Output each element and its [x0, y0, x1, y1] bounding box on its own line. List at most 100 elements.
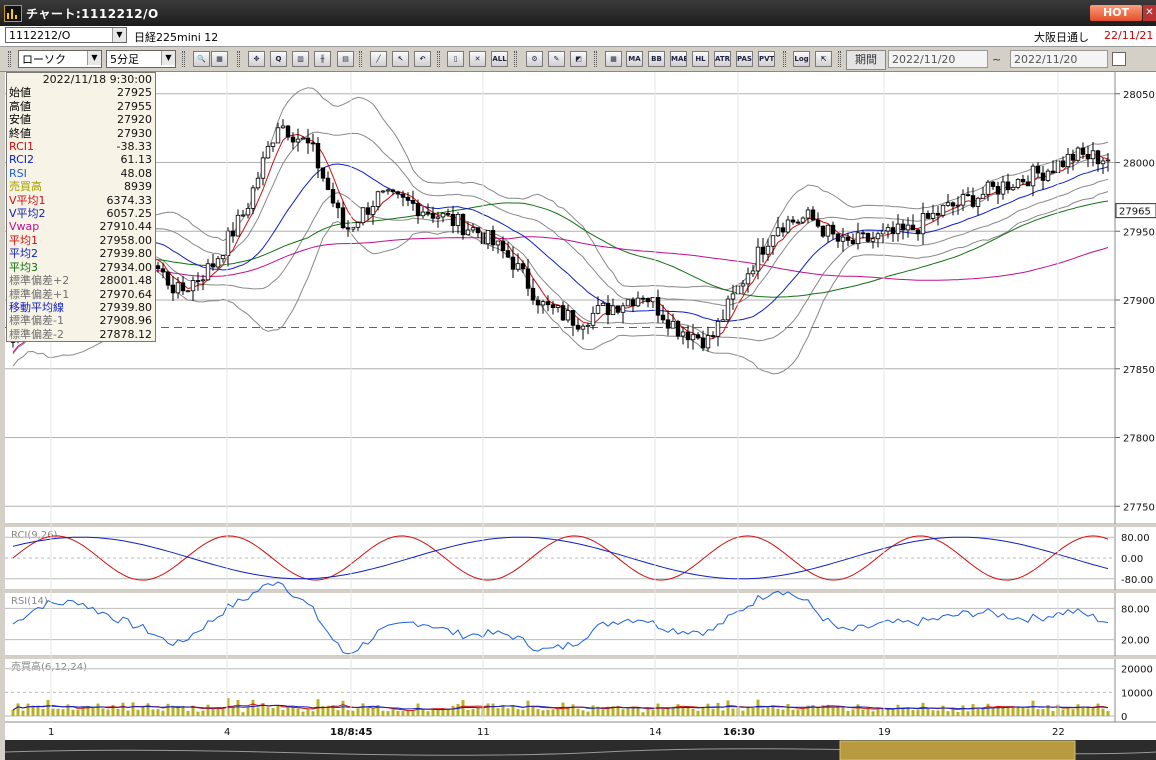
toolbar-grip[interactable] [237, 51, 240, 67]
ma-button[interactable]: MA [626, 51, 643, 67]
candle-body [485, 230, 491, 245]
candle-body [415, 203, 421, 217]
volume-bar [856, 704, 860, 716]
candle-body [170, 284, 176, 294]
volume-bar [871, 711, 875, 716]
info-row: Vwap 27910.44 [7, 220, 155, 233]
toolbar-grip[interactable] [514, 51, 517, 67]
all-button[interactable]: ALL [491, 51, 508, 67]
volume-bar [756, 699, 760, 716]
info-label: RCI2 [9, 153, 35, 167]
find-button[interactable]: Q [270, 51, 287, 67]
split-button[interactable]: ╫ [314, 51, 331, 67]
log-button[interactable]: Log [793, 51, 810, 67]
time-tick-label: 11 [477, 727, 490, 738]
mae-button[interactable]: MAE [670, 51, 687, 67]
toolbar-grip[interactable] [182, 51, 185, 67]
chevron-down-icon[interactable]: ▼ [112, 28, 126, 42]
chart-area[interactable]: 28050 28000 27950 27900 27850 27800 27750 27965… [5, 72, 1156, 760]
volume-bar [1041, 709, 1045, 716]
candle-x-button[interactable]: ✕ [469, 51, 486, 67]
date-to-input[interactable]: 2022/11/20 [1010, 50, 1108, 68]
toolbar-grip[interactable] [437, 51, 440, 67]
interval-select[interactable]: 5分足 ▼ [106, 50, 176, 68]
pointer-button[interactable]: ↖ [392, 51, 409, 67]
zoom-button[interactable]: 🔍 [193, 51, 210, 67]
chevron-down-icon[interactable]: ▼ [87, 51, 101, 65]
candle-body [610, 305, 616, 316]
volume-bar [166, 703, 170, 716]
volume-bar [336, 710, 340, 716]
toolbar-grip[interactable] [594, 51, 597, 67]
volume-bar [381, 710, 385, 716]
candle-body [620, 305, 626, 313]
chart-type-select[interactable]: ローソク ▼ [18, 50, 102, 68]
candle-body [800, 217, 806, 223]
candle-body [385, 189, 391, 192]
toolbar-grip[interactable] [783, 51, 786, 67]
color-button[interactable]: ◩ [570, 51, 587, 67]
volume-bar [356, 708, 360, 716]
volume-bar [771, 706, 775, 716]
candle-one-button[interactable]: ▯ [447, 51, 464, 67]
settings-button[interactable]: ⚙ [526, 51, 543, 67]
toolbar-grip[interactable] [838, 51, 841, 67]
hist-button[interactable]: ▥ [292, 51, 309, 67]
volume-bar [521, 709, 525, 716]
info-value: 61.13 [120, 153, 153, 167]
info-row: 標準偏差+1 27970.64 [7, 288, 155, 301]
indicator-button[interactable]: ▦ [605, 51, 622, 67]
pvt-button[interactable]: PVT [758, 51, 775, 67]
hot-button[interactable]: HOT [1090, 5, 1142, 21]
scrollbar-thumb[interactable] [839, 740, 1076, 760]
volume-bar [291, 706, 295, 716]
volume-bar [206, 704, 210, 716]
candle-body [540, 301, 546, 306]
candle-body [775, 227, 781, 237]
volume-bar [551, 709, 555, 716]
atr-button[interactable]: ATR [714, 51, 731, 67]
volume-bar [941, 705, 945, 716]
volume-bar [541, 710, 545, 716]
candle-body [1050, 170, 1056, 173]
volume-bar [21, 710, 25, 716]
period-button[interactable]: 期間 [846, 50, 886, 70]
chevron-down-icon[interactable]: ▼ [161, 51, 175, 65]
price-chart[interactable]: 28050 28000 27950 27900 27850 27800 27750 27965… [5, 72, 1156, 760]
time-axis-bg [5, 722, 1156, 738]
volume-bar [1071, 709, 1075, 716]
date-from-input[interactable]: 2022/11/20 [888, 50, 988, 68]
volume-bar [936, 710, 940, 716]
tools-button[interactable]: ✎ [548, 51, 565, 67]
toolbar-grip[interactable] [359, 51, 362, 67]
candle-body [180, 282, 186, 292]
volume-bar [51, 708, 55, 716]
bb-button[interactable]: BB [648, 51, 665, 67]
realtime-checkbox[interactable] [1112, 52, 1126, 66]
symbol-select[interactable]: 1112212/O ▼ [5, 27, 127, 43]
cursor-button[interactable]: ✥ [248, 51, 265, 67]
candle-body [1100, 160, 1106, 165]
volume-bar [471, 708, 475, 716]
current-price-label: 27965 [1119, 207, 1151, 218]
pas-button[interactable]: PAS [736, 51, 753, 67]
time-tick-label: 22 [1052, 727, 1065, 738]
candle-body [840, 236, 846, 242]
info-label: Vwap [9, 220, 40, 234]
volume-bar [271, 708, 275, 716]
grid-button[interactable]: ▦ [211, 51, 228, 67]
close-button[interactable]: ✕ [1143, 5, 1156, 21]
volume-bar [931, 710, 935, 716]
export-button[interactable]: ⇱ [815, 51, 832, 67]
toolbar-grip[interactable] [8, 51, 11, 67]
volume-bar [131, 702, 135, 716]
undo-button[interactable]: ↶ [414, 51, 431, 67]
print-button[interactable]: ▤ [337, 51, 354, 67]
hl-button[interactable]: HL [692, 51, 709, 67]
time-tick-label: 14 [649, 727, 662, 738]
volume-bar [36, 705, 40, 716]
line-draw-button[interactable]: ╱ [370, 51, 387, 67]
volume-bar [966, 711, 970, 716]
volume-bar [456, 703, 460, 716]
volume-bar [1026, 708, 1030, 716]
